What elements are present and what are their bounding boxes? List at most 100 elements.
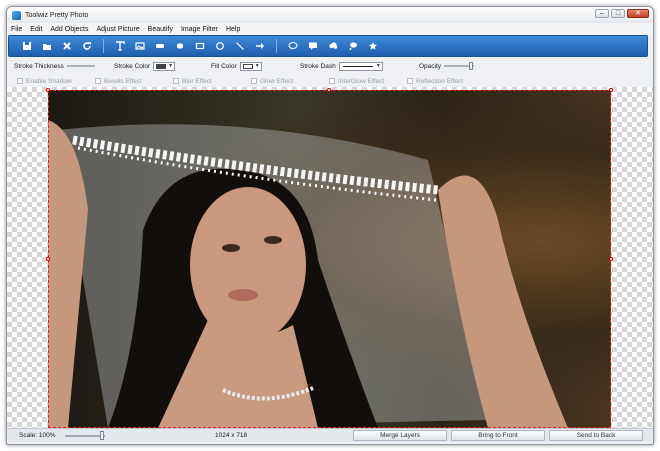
thought-bubble-icon [349,42,357,50]
checkbox-box [173,78,179,84]
checkbox-box [251,78,257,84]
checkbox-box [329,78,335,84]
fill-color-swatch [242,63,253,69]
scale-slider-thumb[interactable] [100,431,104,440]
save-icon [23,42,31,50]
cloud-tool-button[interactable] [323,37,343,55]
rounded-rectangle-tool-button[interactable] [150,37,170,55]
interglow-effect-checkbox[interactable]: InterGlow Effect [329,78,384,85]
chevron-down-icon: ▼ [168,63,174,69]
rectangle-tool-button[interactable] [190,37,210,55]
menu-adjust-picture[interactable]: Adjust Picture [96,26,139,33]
app-logo-icon [12,10,21,20]
rectangle-icon [195,42,205,50]
resize-handle-right[interactable] [609,257,613,261]
blur-effect-checkbox[interactable]: Blur Effect [173,78,212,85]
image-dimensions: 1024 x 718 [215,432,248,439]
glow-effect-label: Glow Effect [260,77,294,85]
minimize-button[interactable]: – [595,9,609,18]
resize-handle-top-right[interactable] [609,88,613,92]
send-to-back-button[interactable]: Send to Back [549,430,643,441]
status-bar: Scale: 100% 1024 x 718 Merge Layers Brin… [7,428,653,442]
properties-panel: Stroke Thickness Stroke Color ▼ Fill Col… [7,57,653,87]
text-icon [116,41,125,51]
opacity-slider-thumb[interactable] [469,62,474,70]
line-icon [236,42,244,50]
editing-canvas[interactable] [7,87,653,428]
stroke-color-dropdown[interactable]: ▼ [153,61,176,71]
merge-layers-button[interactable]: Merge Layers [353,430,447,441]
resize-handle-top-left[interactable] [46,88,50,92]
stroke-dash-dropdown[interactable]: ▼ [338,61,383,71]
stroke-dash-control: Stroke Dash ▼ [300,61,383,71]
resize-handle-top[interactable] [327,88,331,92]
star-tool-button[interactable] [363,37,383,55]
reflection-effect-checkbox[interactable]: Reflection Effect [407,78,463,85]
menu-image-filter[interactable]: Image Filter [181,26,218,33]
circle-icon [216,42,224,50]
menu-edit[interactable]: Edit [30,26,42,33]
resize-handle-left[interactable] [46,257,50,261]
stroke-thickness-control: Stroke Thickness [14,63,95,70]
square-bubble-tool-button[interactable] [303,37,323,55]
text-tool-button[interactable] [110,37,130,55]
menu-beautify[interactable]: Beautify [148,26,173,33]
checkbox-box [95,78,101,84]
bevels-effect-checkbox[interactable]: Bevels Effect [95,78,142,85]
toolbar-separator [276,39,277,53]
app-window: Toolwiz Pretty Photo – □ ✕ File Edit Add… [6,6,654,445]
title-bar: Toolwiz Pretty Photo – □ ✕ [7,7,653,23]
main-toolbar [8,35,648,57]
open-button[interactable] [37,37,57,55]
arrow-icon [256,43,264,49]
menu-bar: File Edit Add Objects Adjust Picture Bea… [7,23,653,35]
opacity-label: Opacity [419,62,442,70]
fill-color-dropdown[interactable]: ▼ [239,61,262,71]
stroke-thickness-slider[interactable] [66,65,95,67]
refresh-icon [83,42,91,50]
delete-icon [63,42,71,50]
close-button[interactable]: ✕ [627,9,649,18]
line-tool-button[interactable] [230,37,250,55]
photo-layer[interactable] [48,90,611,428]
window-controls: – □ ✕ [595,9,649,18]
thought-bubble-tool-button[interactable] [343,37,363,55]
solid-line-preview [342,65,373,67]
checkbox-box [407,78,413,84]
maximize-button[interactable]: □ [611,9,625,18]
bring-to-front-button[interactable]: Bring to Front [451,430,545,441]
menu-add-objects[interactable]: Add Objects [50,26,88,33]
chevron-down-icon: ▼ [375,63,381,69]
enable-shadow-label: Enable Shadow [26,77,72,85]
opacity-slider[interactable] [444,62,475,70]
stroke-color-control: Stroke Color ▼ [114,61,176,71]
scale-label: Scale: 100% [19,432,56,439]
cloud-icon [329,42,338,49]
opacity-control: Opacity [419,62,475,70]
bride-photo-illustration [48,120,568,428]
interglow-effect-label: InterGlow Effect [338,77,385,85]
glow-effect-checkbox[interactable]: Glow Effect [251,78,293,85]
delete-button[interactable] [57,37,77,55]
menu-file[interactable]: File [11,26,22,33]
chevron-down-icon: ▼ [254,63,260,69]
fill-color-control: Fill Color ▼ [211,61,262,71]
speech-bubble-icon [288,41,298,50]
reflection-effect-label: Reflection Effect [416,77,464,85]
speech-bubble-tool-button[interactable] [283,37,303,55]
scale-slider[interactable] [65,435,105,437]
fill-color-label: Fill Color [211,62,237,70]
blur-effect-label: Blur Effect [182,77,212,85]
rounded-square-tool-button[interactable] [170,37,190,55]
square-bubble-icon [309,42,317,50]
window-title: Toolwiz Pretty Photo [25,11,89,19]
image-icon [135,42,145,50]
menu-help[interactable]: Help [226,26,240,33]
bevels-effect-label: Bevels Effect [104,77,142,85]
circle-tool-button[interactable] [210,37,230,55]
save-button[interactable] [17,37,37,55]
enable-shadow-checkbox[interactable]: Enable Shadow [17,78,72,85]
arrow-tool-button[interactable] [250,37,270,55]
refresh-button[interactable] [77,37,97,55]
image-tool-button[interactable] [130,37,150,55]
